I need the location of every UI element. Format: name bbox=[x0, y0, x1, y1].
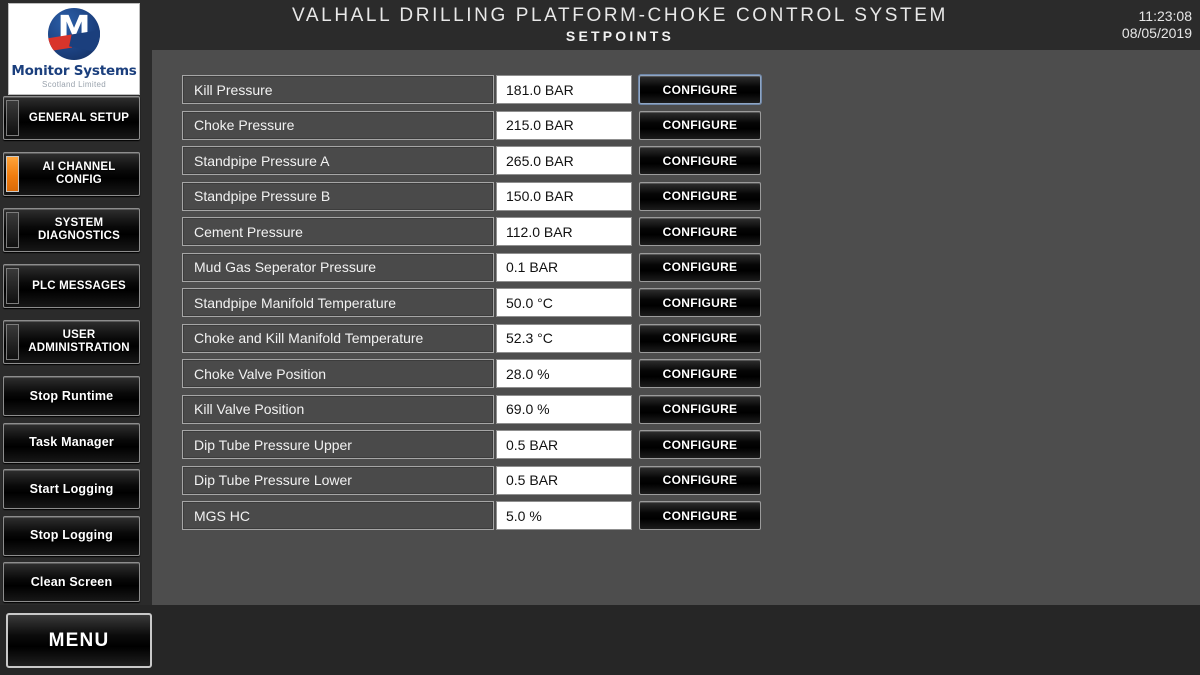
configure-button[interactable]: CONFIGURE bbox=[639, 75, 761, 104]
setpoint-value-field[interactable]: 265.0 BAR bbox=[496, 146, 632, 175]
sidebar-item-label: AI CHANNEL CONFIG bbox=[19, 161, 139, 187]
sidebar-item-label: SYSTEM DIAGNOSTICS bbox=[19, 217, 139, 243]
setpoint-row: Kill Pressure181.0 BARCONFIGURE bbox=[182, 75, 761, 104]
sidebar-item-label: GENERAL SETUP bbox=[19, 112, 139, 125]
sidebar-active-indicator bbox=[6, 156, 19, 192]
configure-button[interactable]: CONFIGURE bbox=[639, 359, 761, 388]
setpoint-row: Standpipe Pressure B150.0 BARCONFIGURE bbox=[182, 182, 761, 211]
setpoint-value-field[interactable]: 215.0 BAR bbox=[496, 111, 632, 140]
configure-button[interactable]: CONFIGURE bbox=[639, 182, 761, 211]
setpoint-name: Choke and Kill Manifold Temperature bbox=[182, 324, 494, 353]
setpoint-row: Cement Pressure112.0 BARCONFIGURE bbox=[182, 217, 761, 246]
setpoint-name: Cement Pressure bbox=[182, 217, 494, 246]
sidebar-item-plc-messages[interactable]: PLC MESSAGES bbox=[3, 264, 140, 308]
setpoint-value-field[interactable]: 52.3 °C bbox=[496, 324, 632, 353]
configure-button[interactable]: CONFIGURE bbox=[639, 146, 761, 175]
configure-button[interactable]: CONFIGURE bbox=[639, 324, 761, 353]
logo-icon: M bbox=[48, 8, 100, 60]
sidebar-item-task-manager[interactable]: Task Manager bbox=[3, 423, 140, 463]
logo-company-name: Monitor Systems bbox=[11, 63, 136, 79]
setpoint-value-field[interactable]: 0.5 BAR bbox=[496, 430, 632, 459]
status-bar: MENU ✕ Operator: monitor ACK bbox=[0, 605, 1200, 675]
sidebar-item-label: Stop Logging bbox=[4, 529, 139, 542]
setpoint-name: Standpipe Manifold Temperature bbox=[182, 288, 494, 317]
setpoint-name: Choke Valve Position bbox=[182, 359, 494, 388]
setpoint-row: Choke Valve Position28.0 %CONFIGURE bbox=[182, 359, 761, 388]
setpoint-value-field[interactable]: 181.0 BAR bbox=[496, 75, 632, 104]
setpoint-row: MGS HC5.0 %CONFIGURE bbox=[182, 501, 761, 530]
configure-button[interactable]: CONFIGURE bbox=[639, 395, 761, 424]
sidebar-indicator bbox=[6, 212, 19, 248]
configure-button[interactable]: CONFIGURE bbox=[639, 111, 761, 140]
setpoint-row: Kill Valve Position69.0 %CONFIGURE bbox=[182, 395, 761, 424]
setpoint-row: Dip Tube Pressure Lower0.5 BARCONFIGURE bbox=[182, 466, 761, 495]
sidebar-item-label: Start Logging bbox=[4, 483, 139, 496]
sidebar-item-start-logging[interactable]: Start Logging bbox=[3, 469, 140, 509]
sidebar-indicator bbox=[6, 324, 19, 360]
clock-time: 11:23:08 bbox=[1122, 8, 1192, 25]
setpoint-value-field[interactable]: 69.0 % bbox=[496, 395, 632, 424]
menu-button[interactable]: MENU bbox=[6, 613, 152, 668]
sidebar-indicator bbox=[6, 100, 19, 136]
page-subtitle: SETPOINTS bbox=[150, 28, 1090, 44]
configure-button[interactable]: CONFIGURE bbox=[639, 253, 761, 282]
sidebar-item-system-diagnostics[interactable]: SYSTEM DIAGNOSTICS bbox=[3, 208, 140, 252]
setpoint-value-field[interactable]: 50.0 °C bbox=[496, 288, 632, 317]
setpoint-name: Dip Tube Pressure Upper bbox=[182, 430, 494, 459]
configure-button[interactable]: CONFIGURE bbox=[639, 288, 761, 317]
setpoint-list: Kill Pressure181.0 BARCONFIGUREChoke Pre… bbox=[182, 75, 761, 537]
sidebar-nav: GENERAL SETUP AI CHANNEL CONFIG SYSTEM DIA… bbox=[0, 96, 148, 608]
setpoint-name: Dip Tube Pressure Lower bbox=[182, 466, 494, 495]
company-logo: M Monitor Systems Scotland Limited bbox=[8, 3, 140, 95]
sidebar-item-user-administration[interactable]: USER ADMINISTRATION bbox=[3, 320, 140, 364]
sidebar-item-ai-channel-config[interactable]: AI CHANNEL CONFIG bbox=[3, 152, 140, 196]
sidebar-item-stop-runtime[interactable]: Stop Runtime bbox=[3, 376, 140, 416]
setpoint-row: Mud Gas Seperator Pressure0.1 BARCONFIGU… bbox=[182, 253, 761, 282]
configure-button[interactable]: CONFIGURE bbox=[639, 217, 761, 246]
setpoint-value-field[interactable]: 5.0 % bbox=[496, 501, 632, 530]
setpoint-value-field[interactable]: 150.0 BAR bbox=[496, 182, 632, 211]
setpoint-name: Kill Pressure bbox=[182, 75, 494, 104]
clock-date: 08/05/2019 bbox=[1122, 25, 1192, 42]
setpoint-name: Choke Pressure bbox=[182, 111, 494, 140]
hmi-screen: VALHALL DRILLING PLATFORM-CHOKE CONTROL … bbox=[0, 0, 1200, 675]
logo-company-subtitle: Scotland Limited bbox=[42, 80, 106, 89]
configure-button[interactable]: CONFIGURE bbox=[639, 430, 761, 459]
setpoint-name: Mud Gas Seperator Pressure bbox=[182, 253, 494, 282]
setpoint-row: Choke Pressure215.0 BARCONFIGURE bbox=[182, 111, 761, 140]
sidebar-item-label: Clean Screen bbox=[4, 576, 139, 589]
sidebar-item-label: PLC MESSAGES bbox=[19, 280, 139, 293]
setpoint-row: Standpipe Pressure A265.0 BARCONFIGURE bbox=[182, 146, 761, 175]
page-title: VALHALL DRILLING PLATFORM-CHOKE CONTROL … bbox=[150, 5, 1090, 27]
setpoint-name: Standpipe Pressure A bbox=[182, 146, 494, 175]
clock: 11:23:08 08/05/2019 bbox=[1122, 8, 1192, 42]
setpoint-row: Standpipe Manifold Temperature50.0 °CCON… bbox=[182, 288, 761, 317]
sidebar-indicator bbox=[6, 268, 19, 304]
sidebar-item-stop-logging[interactable]: Stop Logging bbox=[3, 516, 140, 556]
configure-button[interactable]: CONFIGURE bbox=[639, 501, 761, 530]
sidebar-item-general-setup[interactable]: GENERAL SETUP bbox=[3, 96, 140, 140]
main-panel: Kill Pressure181.0 BARCONFIGUREChoke Pre… bbox=[152, 50, 1200, 605]
setpoint-value-field[interactable]: 28.0 % bbox=[496, 359, 632, 388]
setpoint-value-field[interactable]: 112.0 BAR bbox=[496, 217, 632, 246]
setpoint-row: Dip Tube Pressure Upper0.5 BARCONFIGURE bbox=[182, 430, 761, 459]
setpoint-name: Kill Valve Position bbox=[182, 395, 494, 424]
setpoint-value-field[interactable]: 0.1 BAR bbox=[496, 253, 632, 282]
sidebar-item-label: USER ADMINISTRATION bbox=[19, 329, 139, 355]
header-bar: VALHALL DRILLING PLATFORM-CHOKE CONTROL … bbox=[0, 0, 1200, 50]
setpoint-row: Choke and Kill Manifold Temperature52.3 … bbox=[182, 324, 761, 353]
sidebar-item-label: Task Manager bbox=[4, 436, 139, 449]
sidebar-item-clean-screen[interactable]: Clean Screen bbox=[3, 562, 140, 602]
sidebar-item-label: Stop Runtime bbox=[4, 390, 139, 403]
setpoint-name: Standpipe Pressure B bbox=[182, 182, 494, 211]
setpoint-value-field[interactable]: 0.5 BAR bbox=[496, 466, 632, 495]
configure-button[interactable]: CONFIGURE bbox=[639, 466, 761, 495]
setpoint-name: MGS HC bbox=[182, 501, 494, 530]
